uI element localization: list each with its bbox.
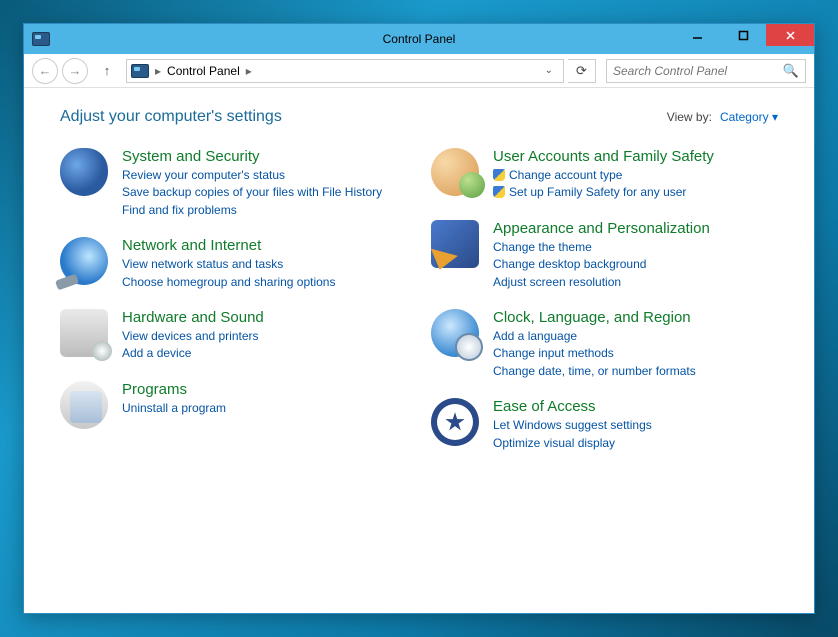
category-column-left: System and Security Review your computer'…	[60, 148, 407, 470]
breadcrumb-root[interactable]: Control Panel	[167, 64, 240, 78]
task-link-add-a-language[interactable]: Add a language	[493, 328, 778, 345]
task-link-find-and-fix-problems[interactable]: Find and fix problems	[122, 202, 407, 219]
category-heading-network-and-internet[interactable]: Network and Internet	[122, 237, 407, 254]
clock-icon[interactable]	[431, 309, 479, 357]
content-area: Adjust your computer's settings View by:…	[24, 88, 814, 613]
category-clock-language-and-region: Clock, Language, and Region Add a languag…	[431, 309, 778, 380]
category-appearance-and-personalization: Appearance and Personalization Change the…	[431, 220, 778, 291]
category-heading-system-and-security[interactable]: System and Security	[122, 148, 407, 165]
control-panel-icon	[32, 32, 50, 46]
breadcrumb-sep: ▸	[155, 64, 161, 78]
task-link-adjust-screen-resolution[interactable]: Adjust screen resolution	[493, 274, 778, 291]
back-button[interactable]: ←	[32, 58, 58, 84]
page-heading: Adjust your computer's settings	[60, 108, 282, 126]
maximize-button[interactable]	[720, 24, 766, 46]
hardware-icon[interactable]	[60, 309, 108, 357]
search-input[interactable]	[613, 64, 783, 78]
network-icon[interactable]	[60, 237, 108, 285]
search-icon[interactable]: 🔍	[783, 63, 799, 79]
search-box[interactable]: 🔍	[606, 59, 806, 83]
forward-button[interactable]: →	[62, 58, 88, 84]
view-by: View by: Category ▾	[667, 110, 778, 124]
task-link-save-backup-copies-of-your-files-with-file-history[interactable]: Save backup copies of your files with Fi…	[122, 184, 407, 201]
task-link-uninstall-a-program[interactable]: Uninstall a program	[122, 400, 407, 417]
category-column-right: User Accounts and Family Safety Change ac…	[431, 148, 778, 470]
task-link-change-input-methods[interactable]: Change input methods	[493, 345, 778, 362]
category-heading-user-accounts-and-family-safety[interactable]: User Accounts and Family Safety	[493, 148, 778, 165]
category-heading-clock-language-and-region[interactable]: Clock, Language, and Region	[493, 309, 778, 326]
category-hardware-and-sound: Hardware and Sound View devices and print…	[60, 309, 407, 363]
task-link-change-date-time-or-number-formats[interactable]: Change date, time, or number formats	[493, 363, 778, 380]
category-ease-of-access: Ease of Access Let Windows suggest settin…	[431, 398, 778, 452]
window-title: Control Panel	[383, 32, 456, 46]
category-heading-appearance-and-personalization[interactable]: Appearance and Personalization	[493, 220, 778, 237]
category-heading-hardware-and-sound[interactable]: Hardware and Sound	[122, 309, 407, 326]
task-link-view-devices-and-printers[interactable]: View devices and printers	[122, 328, 407, 345]
programs-icon[interactable]	[60, 381, 108, 429]
category-heading-programs[interactable]: Programs	[122, 381, 407, 398]
up-button[interactable]: ↑	[96, 60, 118, 82]
task-link-change-the-theme[interactable]: Change the theme	[493, 239, 778, 256]
task-link-add-a-device[interactable]: Add a device	[122, 345, 407, 362]
task-link-review-your-computer-s-status[interactable]: Review your computer's status	[122, 167, 407, 184]
ease-icon[interactable]	[431, 398, 479, 446]
minimize-button[interactable]	[674, 24, 720, 46]
view-by-select[interactable]: Category ▾	[720, 110, 778, 124]
address-icon	[131, 64, 149, 78]
task-link-choose-homegroup-and-sharing-options[interactable]: Choose homegroup and sharing options	[122, 274, 407, 291]
task-link-set-up-family-safety-for-any-user[interactable]: Set up Family Safety for any user	[493, 184, 778, 201]
close-button[interactable]	[766, 24, 814, 46]
control-panel-window: Control Panel ← → ↑ ▸ Control Panel ▸ ⌄ …	[23, 23, 815, 614]
category-heading-ease-of-access[interactable]: Ease of Access	[493, 398, 778, 415]
task-link-change-account-type[interactable]: Change account type	[493, 167, 778, 184]
breadcrumb-sep[interactable]: ▸	[246, 64, 252, 78]
task-link-optimize-visual-display[interactable]: Optimize visual display	[493, 435, 778, 452]
task-link-change-desktop-background[interactable]: Change desktop background	[493, 256, 778, 273]
address-bar[interactable]: ▸ Control Panel ▸ ⌄	[126, 59, 564, 83]
refresh-button[interactable]: ⟳	[568, 59, 596, 83]
users-icon[interactable]	[431, 148, 479, 196]
task-link-let-windows-suggest-settings[interactable]: Let Windows suggest settings	[493, 417, 778, 434]
task-link-view-network-status-and-tasks[interactable]: View network status and tasks	[122, 256, 407, 273]
titlebar[interactable]: Control Panel	[24, 24, 814, 54]
category-network-and-internet: Network and Internet View network status …	[60, 237, 407, 291]
category-programs: Programs Uninstall a program	[60, 381, 407, 429]
category-user-accounts-and-family-safety: User Accounts and Family Safety Change ac…	[431, 148, 778, 202]
category-system-and-security: System and Security Review your computer'…	[60, 148, 407, 219]
security-icon[interactable]	[60, 148, 108, 196]
view-by-label: View by:	[667, 110, 712, 124]
address-dropdown[interactable]: ⌄	[539, 65, 559, 76]
navbar: ← → ↑ ▸ Control Panel ▸ ⌄ ⟳ 🔍	[24, 54, 814, 88]
appearance-icon[interactable]	[431, 220, 479, 268]
